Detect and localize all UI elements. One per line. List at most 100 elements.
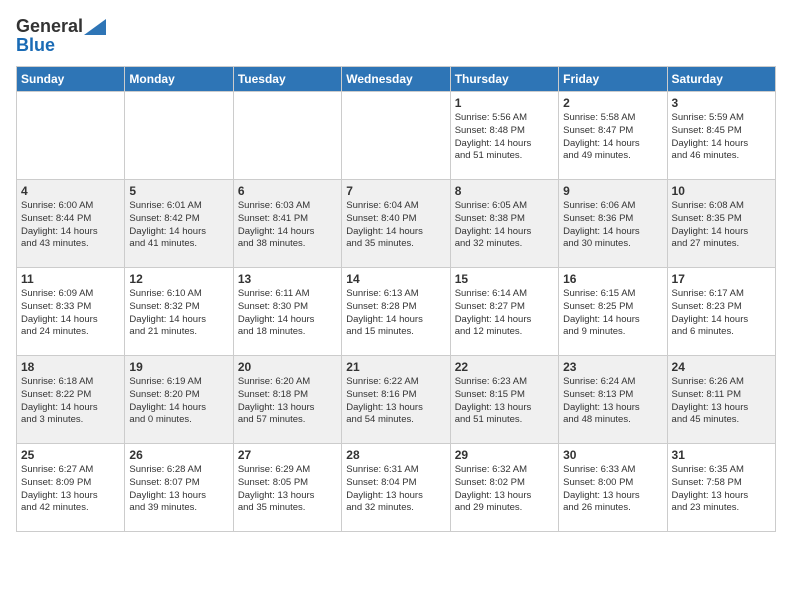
day-number: 4 <box>21 184 120 198</box>
logo: General Blue <box>16 16 106 56</box>
calendar-cell: 28Sunrise: 6:31 AM Sunset: 8:04 PM Dayli… <box>342 444 450 532</box>
calendar-cell <box>125 92 233 180</box>
day-detail: Sunrise: 6:18 AM Sunset: 8:22 PM Dayligh… <box>21 376 120 427</box>
day-number: 14 <box>346 272 445 286</box>
day-number: 19 <box>129 360 228 374</box>
logo-general-text: General <box>16 16 83 37</box>
day-number: 10 <box>672 184 771 198</box>
calendar-cell: 25 Sunrise: 6:27 AM Sunset: 8:09 PM Dayli… <box>17 444 125 532</box>
weekday-header: Wednesday <box>342 67 450 92</box>
calendar-cell: 4 Sunrise: 6:00 AM Sunset: 8:44 PM Daylig… <box>17 180 125 268</box>
calendar-body: 1Sunrise: 5:56 AM Sunset: 8:48 PM Daylig… <box>17 92 776 532</box>
day-number: 24 <box>672 360 771 374</box>
day-detail: Sunrise: 6:00 AM Sunset: 8:44 PM Dayligh… <box>21 200 120 251</box>
day-detail: Sunrise: 5:56 AM Sunset: 8:48 PM Dayligh… <box>455 112 554 163</box>
day-number: 8 <box>455 184 554 198</box>
calendar-header: SundayMondayTuesdayWednesdayThursdayFrid… <box>17 67 776 92</box>
day-number: 9 <box>563 184 662 198</box>
day-number: 27 <box>238 448 337 462</box>
calendar-week-row: 18 Sunrise: 6:18 AM Sunset: 8:22 PM Dayli… <box>17 356 776 444</box>
day-number: 30 <box>563 448 662 462</box>
header: General Blue <box>16 16 776 56</box>
calendar-cell: 2Sunrise: 5:58 AM Sunset: 8:47 PM Daylig… <box>559 92 667 180</box>
day-detail: Sunrise: 6:06 AM Sunset: 8:36 PM Dayligh… <box>563 200 662 251</box>
logo-blue-text: Blue <box>16 35 55 56</box>
calendar-cell: 11Sunrise: 6:09 AM Sunset: 8:33 PM Dayli… <box>17 268 125 356</box>
calendar-cell: 30 Sunrise: 6:33 AM Sunset: 8:00 PM Dayli… <box>559 444 667 532</box>
weekday-header: Tuesday <box>233 67 341 92</box>
calendar-cell: 23Sunrise: 6:24 AM Sunset: 8:13 PM Dayli… <box>559 356 667 444</box>
day-detail: Sunrise: 6:26 AM Sunset: 8:11 PM Dayligh… <box>672 376 771 427</box>
weekday-header: Thursday <box>450 67 558 92</box>
day-detail: Sunrise: 6:14 AM Sunset: 8:27 PM Dayligh… <box>455 288 554 339</box>
day-detail: Sunrise: 6:35 AM Sunset: 7:58 PM Dayligh… <box>672 464 771 515</box>
weekday-header: Friday <box>559 67 667 92</box>
day-detail: Sunrise: 6:13 AM Sunset: 8:28 PM Dayligh… <box>346 288 445 339</box>
day-number: 22 <box>455 360 554 374</box>
calendar-week-row: 25 Sunrise: 6:27 AM Sunset: 8:09 PM Dayli… <box>17 444 776 532</box>
day-detail: Sunrise: 6:29 AM Sunset: 8:05 PM Dayligh… <box>238 464 337 515</box>
calendar-cell: 18 Sunrise: 6:18 AM Sunset: 8:22 PM Dayli… <box>17 356 125 444</box>
day-number: 17 <box>672 272 771 286</box>
day-number: 26 <box>129 448 228 462</box>
day-number: 28 <box>346 448 445 462</box>
calendar-cell: 5 Sunrise: 6:01 AM Sunset: 8:42 PM Daylig… <box>125 180 233 268</box>
calendar-cell: 29 Sunrise: 6:32 AM Sunset: 8:02 PM Dayli… <box>450 444 558 532</box>
calendar-cell: 20Sunrise: 6:20 AM Sunset: 8:18 PM Dayli… <box>233 356 341 444</box>
calendar-cell: 14 Sunrise: 6:13 AM Sunset: 8:28 PM Dayli… <box>342 268 450 356</box>
day-detail: Sunrise: 6:17 AM Sunset: 8:23 PM Dayligh… <box>672 288 771 339</box>
weekday-header: Sunday <box>17 67 125 92</box>
calendar-cell: 1Sunrise: 5:56 AM Sunset: 8:48 PM Daylig… <box>450 92 558 180</box>
calendar-cell: 9 Sunrise: 6:06 AM Sunset: 8:36 PM Daylig… <box>559 180 667 268</box>
day-detail: Sunrise: 6:05 AM Sunset: 8:38 PM Dayligh… <box>455 200 554 251</box>
calendar-cell: 12Sunrise: 6:10 AM Sunset: 8:32 PM Dayli… <box>125 268 233 356</box>
day-number: 15 <box>455 272 554 286</box>
calendar-week-row: 4 Sunrise: 6:00 AM Sunset: 8:44 PM Daylig… <box>17 180 776 268</box>
weekday-header: Monday <box>125 67 233 92</box>
day-detail: Sunrise: 6:28 AM Sunset: 8:07 PM Dayligh… <box>129 464 228 515</box>
calendar-cell: 21Sunrise: 6:22 AM Sunset: 8:16 PM Dayli… <box>342 356 450 444</box>
day-detail: Sunrise: 6:19 AM Sunset: 8:20 PM Dayligh… <box>129 376 228 427</box>
calendar-cell: 26 Sunrise: 6:28 AM Sunset: 8:07 PM Dayli… <box>125 444 233 532</box>
day-detail: Sunrise: 6:22 AM Sunset: 8:16 PM Dayligh… <box>346 376 445 427</box>
day-detail: Sunrise: 6:01 AM Sunset: 8:42 PM Dayligh… <box>129 200 228 251</box>
calendar-cell: 6Sunrise: 6:03 AM Sunset: 8:41 PM Daylig… <box>233 180 341 268</box>
calendar-cell: 17 Sunrise: 6:17 AM Sunset: 8:23 PM Dayli… <box>667 268 775 356</box>
calendar-cell: 10 Sunrise: 6:08 AM Sunset: 8:35 PM Dayli… <box>667 180 775 268</box>
day-detail: Sunrise: 6:03 AM Sunset: 8:41 PM Dayligh… <box>238 200 337 251</box>
day-detail: Sunrise: 6:32 AM Sunset: 8:02 PM Dayligh… <box>455 464 554 515</box>
calendar-cell: 27 Sunrise: 6:29 AM Sunset: 8:05 PM Dayli… <box>233 444 341 532</box>
day-detail: Sunrise: 6:10 AM Sunset: 8:32 PM Dayligh… <box>129 288 228 339</box>
day-number: 29 <box>455 448 554 462</box>
day-number: 31 <box>672 448 771 462</box>
logo-icon <box>84 19 106 35</box>
day-number: 13 <box>238 272 337 286</box>
calendar-cell: 22 Sunrise: 6:23 AM Sunset: 8:15 PM Dayli… <box>450 356 558 444</box>
weekday-row: SundayMondayTuesdayWednesdayThursdayFrid… <box>17 67 776 92</box>
calendar-week-row: 1Sunrise: 5:56 AM Sunset: 8:48 PM Daylig… <box>17 92 776 180</box>
calendar-cell <box>233 92 341 180</box>
day-number: 18 <box>21 360 120 374</box>
day-detail: Sunrise: 6:33 AM Sunset: 8:00 PM Dayligh… <box>563 464 662 515</box>
calendar-cell <box>342 92 450 180</box>
day-number: 5 <box>129 184 228 198</box>
weekday-header: Saturday <box>667 67 775 92</box>
day-detail: Sunrise: 6:15 AM Sunset: 8:25 PM Dayligh… <box>563 288 662 339</box>
page: General Blue SundayMondayTuesdayWednesda… <box>0 0 792 542</box>
calendar-cell: 31 Sunrise: 6:35 AM Sunset: 7:58 PM Dayli… <box>667 444 775 532</box>
calendar-week-row: 11Sunrise: 6:09 AM Sunset: 8:33 PM Dayli… <box>17 268 776 356</box>
day-number: 7 <box>346 184 445 198</box>
day-detail: Sunrise: 6:20 AM Sunset: 8:18 PM Dayligh… <box>238 376 337 427</box>
day-number: 25 <box>21 448 120 462</box>
day-detail: Sunrise: 6:27 AM Sunset: 8:09 PM Dayligh… <box>21 464 120 515</box>
day-number: 3 <box>672 96 771 110</box>
calendar: SundayMondayTuesdayWednesdayThursdayFrid… <box>16 66 776 532</box>
day-detail: Sunrise: 6:08 AM Sunset: 8:35 PM Dayligh… <box>672 200 771 251</box>
day-detail: Sunrise: 6:23 AM Sunset: 8:15 PM Dayligh… <box>455 376 554 427</box>
calendar-cell: 16 Sunrise: 6:15 AM Sunset: 8:25 PM Dayli… <box>559 268 667 356</box>
calendar-cell: 24 Sunrise: 6:26 AM Sunset: 8:11 PM Dayli… <box>667 356 775 444</box>
day-detail: Sunrise: 5:59 AM Sunset: 8:45 PM Dayligh… <box>672 112 771 163</box>
day-number: 23 <box>563 360 662 374</box>
calendar-cell <box>17 92 125 180</box>
day-number: 16 <box>563 272 662 286</box>
